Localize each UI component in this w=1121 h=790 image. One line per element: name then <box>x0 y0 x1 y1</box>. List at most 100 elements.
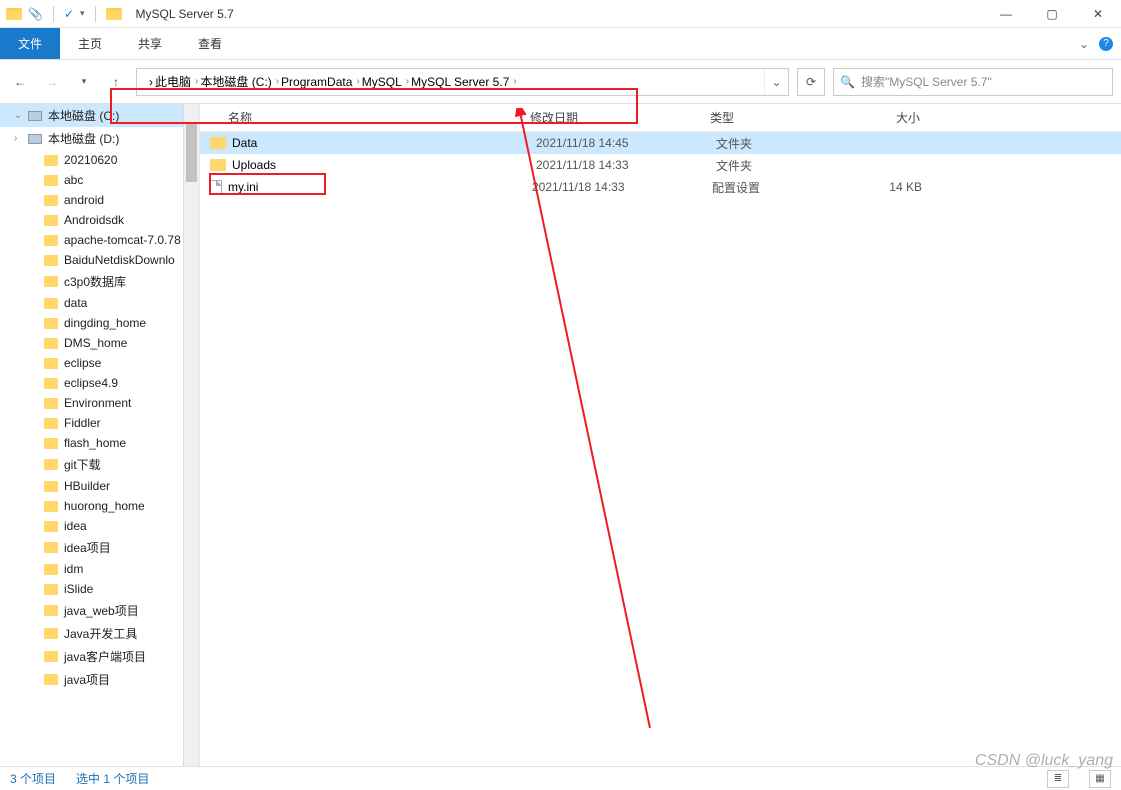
sidebar-folder[interactable]: dingding_home <box>0 313 199 333</box>
close-button[interactable]: ✕ <box>1075 0 1121 28</box>
col-name[interactable]: 名称 <box>200 109 530 126</box>
sidebar-drive[interactable]: ›本地磁盘 (D:) <box>0 127 199 150</box>
chevron-right-icon[interactable]: › <box>276 76 279 87</box>
sidebar-folder[interactable]: eclipse4.9 <box>0 373 199 393</box>
search-input[interactable]: 🔍 搜索"MySQL Server 5.7" <box>833 68 1113 96</box>
sidebar-folder[interactable]: git下载 <box>0 453 199 476</box>
watermark: CSDN @luck_yang <box>975 752 1113 770</box>
sidebar-folder[interactable]: abc <box>0 170 199 190</box>
sidebar-folder[interactable]: data <box>0 293 199 313</box>
breadcrumb[interactable]: 此电脑› <box>155 73 198 90</box>
qat-pin-icon[interactable]: 📎 <box>28 7 43 21</box>
qat-check-icon[interactable]: ✓ <box>64 7 74 21</box>
folder-icon <box>106 8 122 20</box>
view-icons-button[interactable]: ▦ <box>1089 770 1111 788</box>
folder-icon <box>44 276 58 287</box>
file-list-pane: 名称 修改日期 类型 大小 Data 2021/11/18 14:45 文件夹 … <box>200 104 1121 766</box>
sidebar-scrollbar[interactable] <box>183 104 199 766</box>
file-row[interactable]: Uploads 2021/11/18 14:33 文件夹 <box>200 154 1121 176</box>
status-bar: 3 个项目 选中 1 个项目 ≣ ▦ <box>0 766 1121 790</box>
file-size: 14 KB <box>842 180 932 194</box>
forward-button[interactable]: → <box>40 70 64 94</box>
sidebar-folder[interactable]: Fiddler <box>0 413 199 433</box>
view-details-button[interactable]: ≣ <box>1047 770 1069 788</box>
sidebar-folder[interactable]: Environment <box>0 393 199 413</box>
sidebar-folder[interactable]: apache-tomcat-7.0.78 <box>0 230 199 250</box>
file-tab[interactable]: 文件 <box>0 28 60 59</box>
file-row[interactable]: my.ini 2021/11/18 14:33 配置设置 14 KB <box>200 176 1121 198</box>
folder-icon <box>210 137 226 149</box>
sidebar-folder[interactable]: c3p0数据库 <box>0 270 199 293</box>
sidebar-drive[interactable]: ⌄本地磁盘 (C:) <box>0 104 199 127</box>
quick-access-toolbar: 📎 ✓ ▾ <box>0 6 128 22</box>
col-size[interactable]: 大小 <box>840 109 930 126</box>
qat-overflow-icon[interactable]: ▾ <box>80 8 85 19</box>
sidebar-folder[interactable]: idm <box>0 559 199 579</box>
expand-icon[interactable]: ⌄ <box>14 110 22 121</box>
tab-view[interactable]: 查看 <box>180 28 240 59</box>
col-date[interactable]: 修改日期 <box>530 109 710 126</box>
expand-icon[interactable]: › <box>14 133 17 144</box>
column-headers[interactable]: 名称 修改日期 类型 大小 <box>200 104 1121 132</box>
search-icon: 🔍 <box>840 75 855 89</box>
folder-icon <box>44 651 58 662</box>
drive-icon <box>28 111 42 121</box>
address-bar[interactable]: ›此电脑›本地磁盘 (C:)›ProgramData›MySQL›MySQL S… <box>136 68 789 96</box>
refresh-button[interactable]: ⟳ <box>797 68 825 96</box>
sidebar-folder[interactable]: DMS_home <box>0 333 199 353</box>
folder-icon <box>44 235 58 246</box>
tab-home[interactable]: 主页 <box>60 28 120 59</box>
search-placeholder: 搜索"MySQL Server 5.7" <box>861 73 992 90</box>
app-icon <box>6 8 22 20</box>
file-row[interactable]: Data 2021/11/18 14:45 文件夹 <box>200 132 1121 154</box>
address-dropdown-icon[interactable]: ⌄ <box>764 69 788 95</box>
sidebar-folder[interactable]: idea <box>0 516 199 536</box>
sidebar-folder[interactable]: Java开发工具 <box>0 622 199 645</box>
tab-share[interactable]: 共享 <box>120 28 180 59</box>
sidebar-folder[interactable]: huorong_home <box>0 496 199 516</box>
breadcrumb[interactable]: MySQL Server 5.7› <box>411 75 517 89</box>
sidebar-folder[interactable]: java_web项目 <box>0 599 199 622</box>
sidebar: ⌄本地磁盘 (C:)›本地磁盘 (D:)20210620abcandroidAn… <box>0 104 200 766</box>
folder-icon <box>44 298 58 309</box>
folder-icon <box>210 159 226 171</box>
sidebar-folder[interactable]: 20210620 <box>0 150 199 170</box>
sidebar-folder[interactable]: iSlide <box>0 579 199 599</box>
sidebar-folder[interactable]: idea项目 <box>0 536 199 559</box>
chevron-right-icon[interactable]: › <box>406 76 409 87</box>
sidebar-folder[interactable]: BaiduNetdiskDownlo <box>0 250 199 270</box>
col-type[interactable]: 类型 <box>710 109 840 126</box>
file-icon <box>210 180 222 194</box>
sidebar-folder[interactable]: Androidsdk <box>0 210 199 230</box>
sidebar-folder[interactable]: flash_home <box>0 433 199 453</box>
sidebar-folder[interactable]: java客户端项目 <box>0 645 199 668</box>
breadcrumb[interactable]: MySQL› <box>362 75 409 89</box>
breadcrumb[interactable]: 本地磁盘 (C:)› <box>200 73 279 90</box>
sidebar-folder[interactable]: java项目 <box>0 668 199 691</box>
folder-icon <box>44 584 58 595</box>
breadcrumb[interactable]: ProgramData› <box>281 75 360 89</box>
folder-icon <box>44 378 58 389</box>
chevron-right-icon[interactable]: › <box>195 76 198 87</box>
sidebar-folder[interactable]: eclipse <box>0 353 199 373</box>
recent-dropdown-icon[interactable]: ▾ <box>72 70 96 94</box>
drive-icon <box>28 134 42 144</box>
folder-icon <box>44 564 58 575</box>
sidebar-folder[interactable]: android <box>0 190 199 210</box>
folder-icon <box>44 674 58 685</box>
folder-icon <box>44 358 58 369</box>
nav-bar: ← → ▾ ↑ ›此电脑›本地磁盘 (C:)›ProgramData›MySQL… <box>0 60 1121 104</box>
back-button[interactable]: ← <box>8 70 32 94</box>
minimize-button[interactable]: ― <box>983 0 1029 28</box>
up-button[interactable]: ↑ <box>104 70 128 94</box>
file-name: my.ini <box>228 180 532 194</box>
sidebar-folder[interactable]: HBuilder <box>0 476 199 496</box>
maximize-button[interactable]: ▢ <box>1029 0 1075 28</box>
chevron-right-icon[interactable]: › <box>149 75 153 89</box>
help-icon[interactable]: ? <box>1099 37 1113 51</box>
ribbon-collapse-icon[interactable]: ⌄ <box>1079 37 1089 51</box>
chevron-right-icon[interactable]: › <box>513 76 516 87</box>
folder-icon <box>44 521 58 532</box>
chevron-right-icon[interactable]: › <box>356 76 359 87</box>
folder-icon <box>44 175 58 186</box>
